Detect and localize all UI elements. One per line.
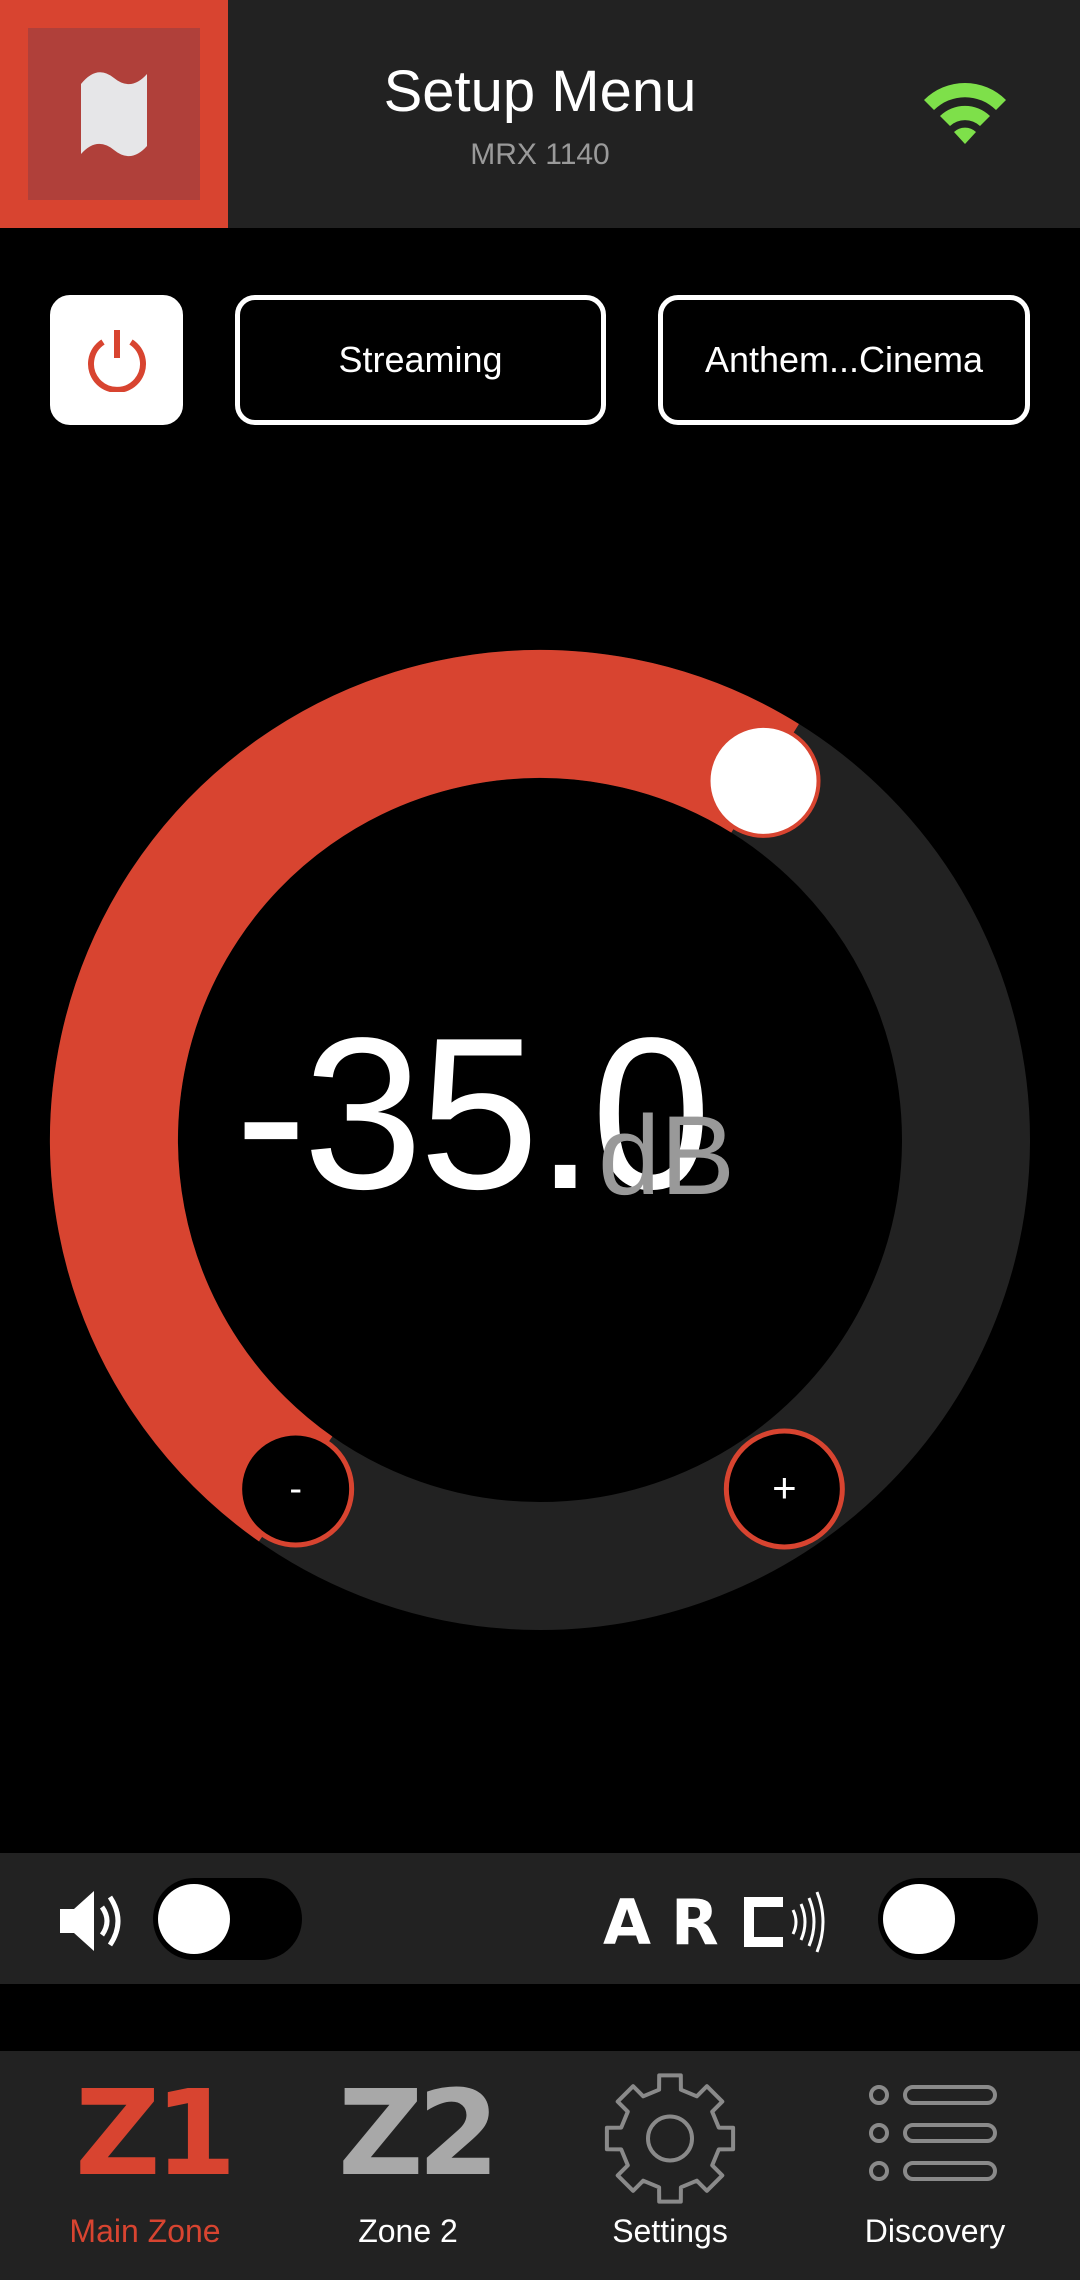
arc-logo: AR [603,1886,858,1959]
z1-icon: Z1 [75,2064,237,2202]
wifi-icon [920,78,1010,153]
nav-main-zone[interactable]: Z1 Main Zone [25,2051,265,2280]
nav-label: Zone 2 [358,2213,458,2249]
list-icon [865,2071,1005,2196]
nav-label: Discovery [864,2213,1006,2249]
arc-toggle[interactable] [878,1878,1038,1960]
toggle-knob [883,1884,955,1954]
flag-icon [28,28,200,200]
power-icon [87,330,146,392]
speaker-icon [58,1887,130,1960]
gear-icon [600,2071,740,2204]
device-model: MRX 1140 [470,138,610,171]
nav-label: Main Zone [69,2213,221,2249]
volume-knob[interactable] [706,723,821,838]
plus-label: + [772,1464,797,1511]
preset-button[interactable]: Anthem...Cinema [658,295,1030,425]
source-label: Streaming [338,339,503,380]
nav-zone-2[interactable]: Z2 Zone 2 [288,2051,528,2280]
nav-label: Settings [612,2213,728,2249]
z2-icon: Z2 [338,2064,500,2202]
preset-label: Anthem...Cinema [704,339,984,380]
nav-settings[interactable]: Settings [550,2051,790,2280]
volume-unit: dB [598,1093,735,1218]
mute-toggle[interactable] [153,1878,302,1960]
nav-discovery[interactable]: Discovery [815,2051,1055,2280]
minus-label: - [289,1468,302,1510]
language-button[interactable] [0,0,228,228]
source-button[interactable]: Streaming [235,295,606,425]
toggle-knob [158,1884,230,1954]
power-button[interactable] [50,295,183,425]
volume-down-button[interactable]: - [237,1430,355,1548]
page-title: Setup Menu [383,59,697,124]
svg-text:AR: AR [603,1888,739,1954]
volume-up-button[interactable]: + [723,1428,845,1550]
